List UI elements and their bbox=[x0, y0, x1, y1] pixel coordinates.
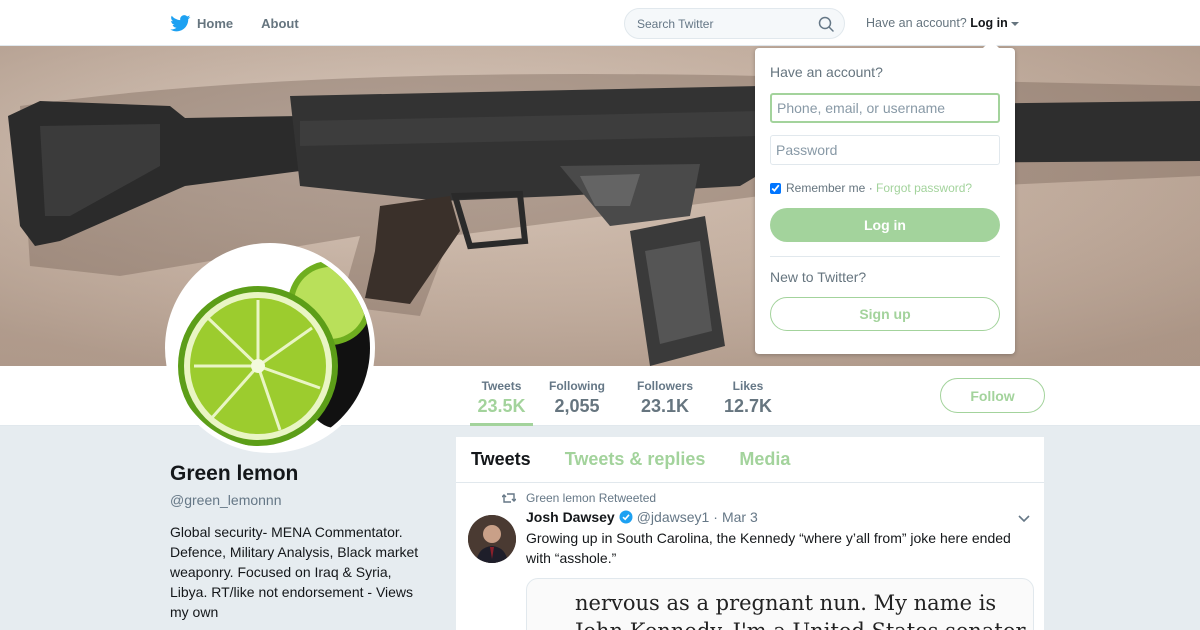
search-icon[interactable] bbox=[818, 16, 834, 32]
lime-avatar-image bbox=[178, 261, 370, 446]
stat-followers[interactable]: Followers 23.1K bbox=[634, 366, 696, 426]
remember-row: Remember me · Forgot password? bbox=[770, 181, 1000, 195]
nav-left: Home About bbox=[170, 0, 327, 46]
profile-name[interactable]: Green lemon bbox=[170, 462, 430, 486]
new-to-twitter-text: New to Twitter? bbox=[770, 269, 867, 285]
tweet-author-avatar[interactable] bbox=[468, 515, 516, 563]
forgot-password-link[interactable]: Forgot password? bbox=[876, 181, 972, 195]
tweet-header: Josh Dawsey @jdawsey1 · Mar 3 bbox=[526, 509, 1034, 525]
login-dropdown: Have an account? Remember me · Forgot pa… bbox=[755, 40, 1015, 354]
retweet-text[interactable]: Green lemon Retweeted bbox=[526, 491, 656, 505]
search-box bbox=[624, 8, 845, 39]
remember-separator: · bbox=[868, 181, 873, 195]
stat-tweets[interactable]: Tweets 23.5K bbox=[470, 366, 533, 426]
signup-button[interactable]: Sign up bbox=[770, 297, 1000, 331]
tweet-timestamp[interactable]: Mar 3 bbox=[722, 509, 758, 525]
timeline: Tweets Tweets & replies Media Green lemo… bbox=[456, 437, 1044, 630]
tweet-author-name[interactable]: Josh Dawsey bbox=[526, 509, 615, 525]
retweet-icon bbox=[502, 493, 516, 503]
login-toggle-label: Log in bbox=[970, 16, 1008, 30]
login-toggle[interactable]: Log in bbox=[970, 16, 1019, 30]
twitter-bird-icon bbox=[170, 14, 191, 31]
about-label: About bbox=[261, 15, 299, 31]
tab-tweets[interactable]: Tweets bbox=[471, 449, 531, 470]
login-button[interactable]: Log in bbox=[770, 208, 1000, 242]
timeline-tabs: Tweets Tweets & replies Media bbox=[456, 437, 1044, 483]
username-input[interactable] bbox=[770, 93, 1000, 123]
stat-value: 12.7K bbox=[723, 396, 773, 416]
tweet-text: Growing up in South Carolina, the Kenned… bbox=[526, 530, 1011, 566]
search-input[interactable] bbox=[625, 9, 805, 38]
login-dropdown-title: Have an account? bbox=[770, 64, 883, 80]
password-input[interactable] bbox=[770, 135, 1000, 165]
retweet-context: Green lemon Retweeted bbox=[502, 491, 1034, 505]
profile-handle[interactable]: @green_lemonnn bbox=[170, 492, 430, 508]
account-prompt-text: Have an account? bbox=[866, 16, 967, 30]
avatar[interactable] bbox=[165, 243, 375, 453]
stat-label: Following bbox=[549, 379, 605, 393]
nav-about[interactable]: About bbox=[261, 16, 299, 31]
tweet-media[interactable]: nervous as a pregnant nun. My name is Jo… bbox=[526, 578, 1034, 630]
follow-button[interactable]: Follow bbox=[940, 378, 1045, 413]
stat-following[interactable]: Following 2,055 bbox=[546, 366, 608, 426]
stat-label: Followers bbox=[636, 379, 693, 393]
tweet[interactable]: Green lemon Retweeted Josh Dawsey @jdaws… bbox=[456, 483, 1044, 630]
remember-me-label[interactable]: Remember me bbox=[786, 181, 865, 195]
media-text-line: nervous as a pregnant nun. My name is bbox=[575, 591, 997, 615]
top-nav: Home About Have an account? Log in bbox=[0, 0, 1200, 46]
chevron-down-icon[interactable] bbox=[1018, 515, 1030, 523]
profile-info: Green lemon @green_lemonnn Global securi… bbox=[170, 462, 430, 622]
stat-label: Tweets bbox=[481, 379, 522, 393]
remember-me-checkbox[interactable] bbox=[770, 182, 781, 194]
tweet-author-handle[interactable]: @jdawsey1 bbox=[637, 509, 710, 525]
home-label: Home bbox=[197, 15, 234, 31]
account-prompt: Have an account? Log in bbox=[866, 16, 1019, 30]
verified-badge-icon bbox=[619, 510, 633, 524]
tab-tweets-replies[interactable]: Tweets & replies bbox=[565, 449, 706, 470]
stat-value: 23.1K bbox=[640, 396, 690, 416]
caret-down-icon bbox=[1010, 21, 1019, 26]
tab-media[interactable]: Media bbox=[739, 449, 790, 470]
media-text-line: John Kennedy. I'm a United States senato… bbox=[575, 617, 1033, 630]
nav-home[interactable]: Home bbox=[170, 14, 234, 32]
divider bbox=[770, 256, 1000, 257]
tweet-separator: · bbox=[713, 509, 718, 525]
stat-value: 23.5K bbox=[477, 396, 526, 416]
stat-likes[interactable]: Likes 12.7K bbox=[722, 366, 774, 426]
author-photo bbox=[468, 515, 516, 563]
profile-bio: Global security- MENA Commentator. Defen… bbox=[170, 524, 419, 620]
stat-label: Likes bbox=[732, 379, 764, 393]
stat-value: 2,055 bbox=[554, 396, 600, 416]
